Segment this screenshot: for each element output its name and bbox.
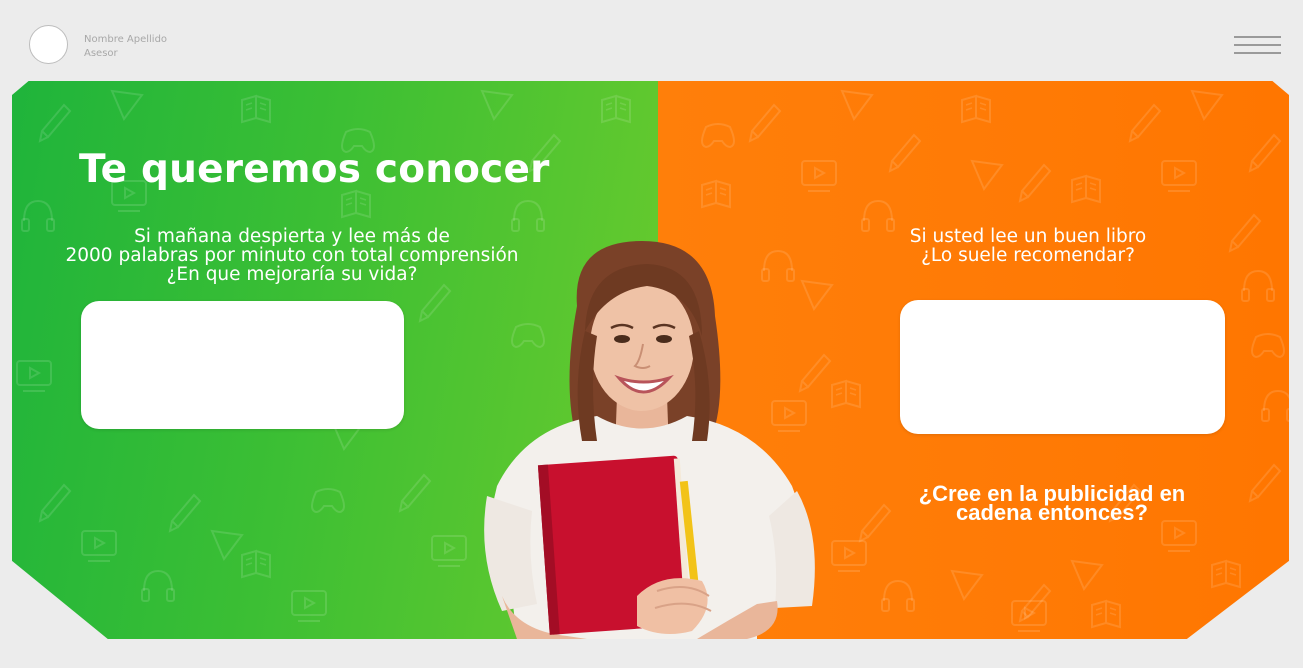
user-role: Asesor <box>84 48 118 59</box>
right-question-2: ¿Cree en la publicidad en cadena entonce… <box>918 481 1186 525</box>
top-bar: Nombre Apellido Asesor <box>0 0 1303 80</box>
right-question: Si usted lee un buen libro ¿Lo suele rec… <box>909 226 1147 266</box>
right-answer-field[interactable] <box>900 300 1225 434</box>
question-banner: Te queremos conocer Si mañana despierta … <box>12 81 1289 639</box>
woman-with-book-image <box>484 241 815 639</box>
hamburger-menu-icon[interactable] <box>1234 36 1281 56</box>
avatar[interactable] <box>29 25 68 64</box>
user-name: Nombre Apellido <box>84 34 168 45</box>
left-answer-field[interactable] <box>81 301 404 429</box>
page-title: Te queremos conocer <box>79 147 550 192</box>
